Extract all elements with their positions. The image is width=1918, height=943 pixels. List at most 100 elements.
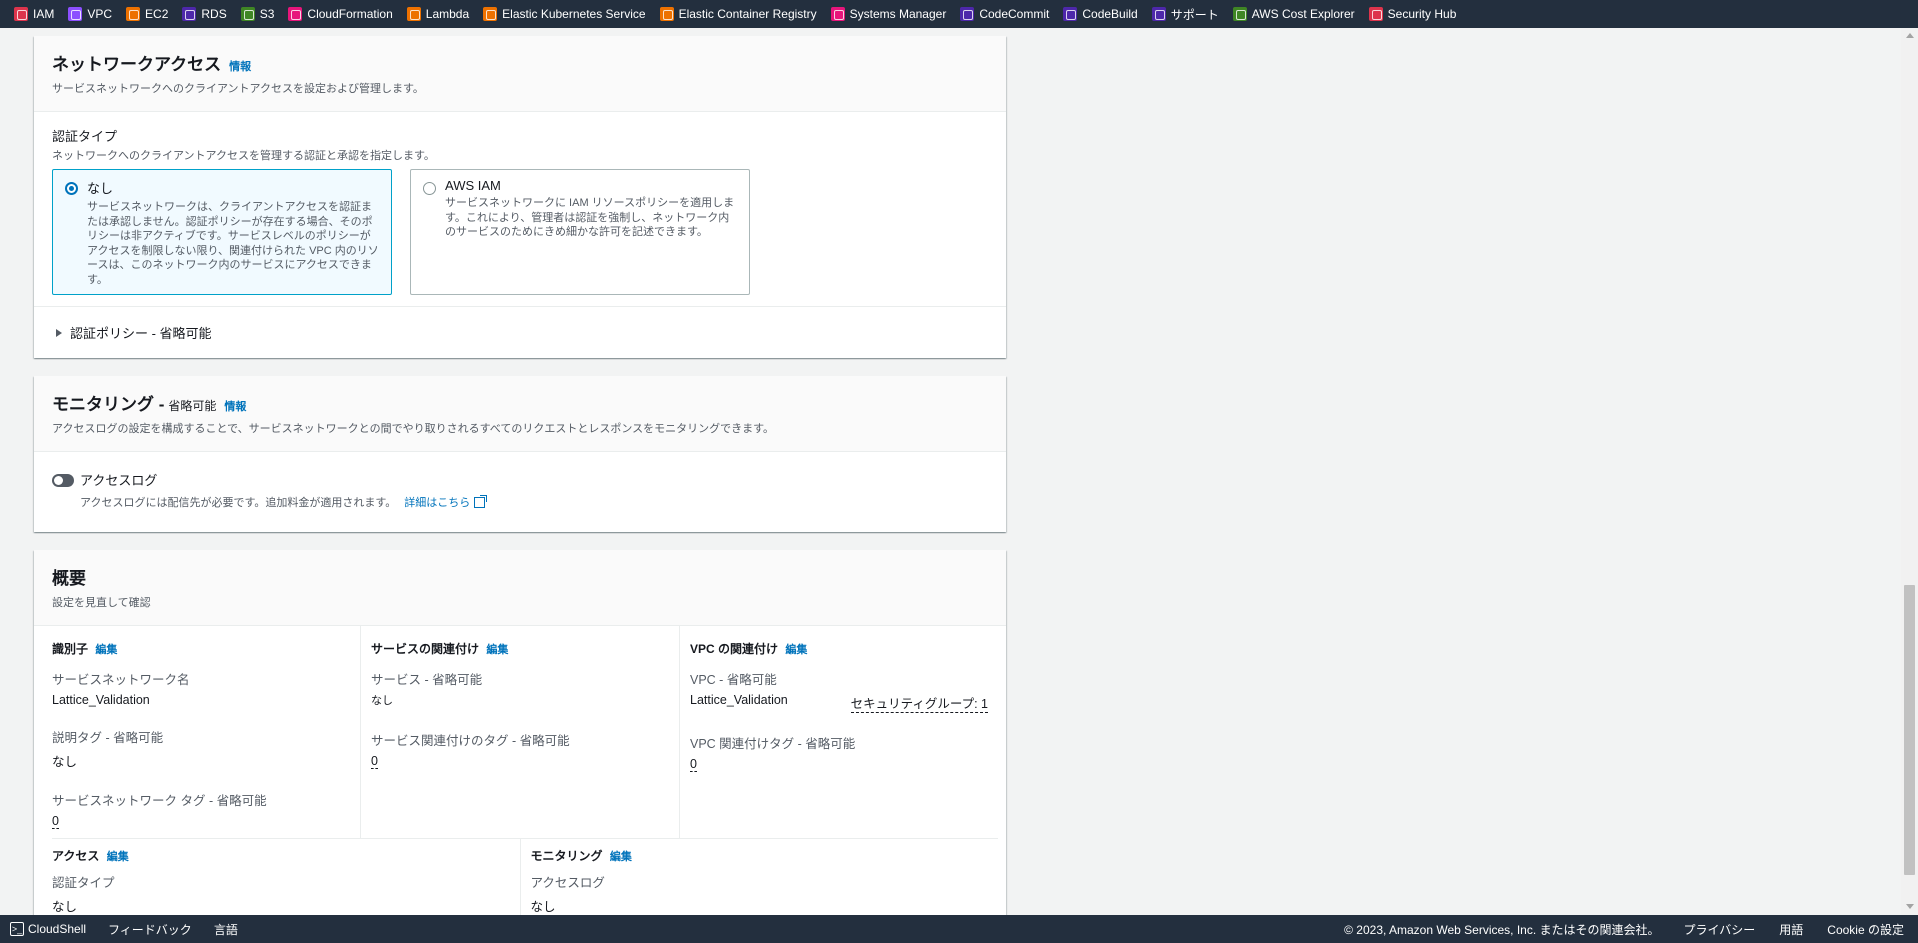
favorite-cost-explorer[interactable]: AWS Cost Explorer bbox=[1232, 7, 1355, 21]
access-section: アクセス 編集 認証タイプ なし bbox=[52, 839, 520, 915]
favorite-s3[interactable]: S3 bbox=[240, 7, 275, 21]
rds-icon bbox=[182, 7, 197, 21]
learn-more-link[interactable]: 詳細はこちら bbox=[404, 494, 470, 510]
network-access-panel: ネットワークアクセス 情報 サービスネットワークへのクライアントアクセスを設定お… bbox=[34, 36, 1006, 358]
systems-manager-icon bbox=[830, 7, 845, 21]
access-log-toggle[interactable] bbox=[52, 474, 74, 487]
access-edit-link[interactable]: 編集 bbox=[107, 851, 129, 863]
summary-access-log-label: アクセスログ bbox=[530, 876, 605, 890]
cloudshell-button[interactable]: >_ CloudShell bbox=[10, 922, 86, 937]
access-log-label: アクセスログ bbox=[80, 473, 158, 488]
summary-description: 設定を見直して確認 bbox=[52, 597, 151, 609]
identifier-edit-link[interactable]: 編集 bbox=[95, 644, 117, 656]
copyright-text: © 2023, Amazon Web Services, Inc. またはその関… bbox=[1344, 922, 1660, 937]
vpc-value: Lattice_Validation bbox=[690, 693, 788, 707]
favorite-label: Elastic Container Registry bbox=[678, 7, 817, 21]
favorite-label: CodeCommit bbox=[979, 7, 1050, 21]
lambda-icon bbox=[406, 7, 421, 21]
summary-auth-type-value: なし bbox=[52, 900, 78, 914]
network-access-description: サービスネットワークへのクライアントアクセスを設定および管理します。 bbox=[52, 83, 424, 95]
cookie-settings-link[interactable]: Cookie の設定 bbox=[1827, 921, 1904, 938]
favorite-label: CloudFormation bbox=[307, 7, 393, 21]
favorite-label: Systems Manager bbox=[849, 7, 947, 21]
favorite-label: AWS Cost Explorer bbox=[1251, 7, 1355, 21]
summary-monitoring-edit-link[interactable]: 編集 bbox=[610, 851, 632, 863]
summary-monitoring-heading: モニタリング bbox=[530, 849, 603, 863]
favorite-security-hub[interactable]: Security Hub bbox=[1368, 7, 1456, 21]
auth-policy-expander-label: 認証ポリシー - 省略可能 bbox=[70, 326, 212, 341]
favorite-cloudformation[interactable]: CloudFormation bbox=[288, 7, 393, 21]
services-label: サービス - 省略可能 bbox=[371, 673, 483, 687]
favorite-codecommit[interactable]: CodeCommit bbox=[960, 7, 1049, 21]
vpc-association-section: VPC の関連付け 編集 VPC - 省略可能 Lattice_Validati… bbox=[679, 626, 998, 838]
access-heading: アクセス bbox=[52, 849, 100, 863]
identifier-heading: 識別子 bbox=[52, 642, 89, 656]
privacy-link[interactable]: プライバシー bbox=[1684, 921, 1756, 938]
favorite-ec2[interactable]: EC2 bbox=[126, 7, 168, 21]
caret-right-icon bbox=[56, 328, 62, 337]
cloudshell-icon: >_ bbox=[10, 922, 24, 937]
auth-option-aws-iam[interactable]: AWS IAM サービスネットワークに IAM リソースポリシーを適用します。こ… bbox=[410, 169, 750, 295]
monitoring-optional: 省略可能 bbox=[168, 399, 217, 413]
auth-policy-expander[interactable]: 認証ポリシー - 省略可能 bbox=[34, 306, 1006, 358]
auth-type-label: 認証タイプ bbox=[52, 129, 118, 144]
monitoring-title: モニタリング - bbox=[52, 395, 165, 414]
favorite-support[interactable]: サポート bbox=[1151, 6, 1219, 23]
monitoring-header: モニタリング - 省略可能 情報 アクセスログの設定を構成することで、サービスネ… bbox=[34, 376, 1006, 452]
network-access-title: ネットワークアクセス bbox=[52, 55, 222, 74]
scroll-up-icon[interactable] bbox=[1906, 33, 1914, 38]
service-network-tag-count[interactable]: 0 bbox=[52, 814, 59, 829]
summary-title: 概要 bbox=[52, 569, 86, 588]
auth-aws-iam-title: AWS IAM bbox=[445, 178, 501, 193]
network-access-header: ネットワークアクセス 情報 サービスネットワークへのクライアントアクセスを設定お… bbox=[34, 36, 1006, 112]
external-link-icon bbox=[474, 494, 488, 508]
codecommit-icon bbox=[960, 7, 975, 21]
network-access-info-link[interactable]: 情報 bbox=[229, 58, 251, 74]
auth-aws-iam-radio[interactable] bbox=[423, 182, 436, 195]
security-hub-icon bbox=[1368, 7, 1383, 21]
security-group-count[interactable]: セキュリティグループ: 1 bbox=[850, 693, 988, 713]
scroll-down-icon[interactable] bbox=[1906, 904, 1914, 909]
vpc-association-tags-count[interactable]: 0 bbox=[690, 757, 697, 772]
codebuild-icon bbox=[1063, 7, 1078, 21]
access-log-description: アクセスログには配信先が必要です。追加料金が適用されます。 bbox=[80, 497, 397, 509]
favorite-label: CodeBuild bbox=[1082, 7, 1138, 21]
monitoring-info-link[interactable]: 情報 bbox=[224, 398, 246, 414]
favorite-eks[interactable]: Elastic Kubernetes Service bbox=[483, 7, 646, 21]
terms-link[interactable]: 用語 bbox=[1779, 921, 1803, 938]
cloudshell-label: CloudShell bbox=[28, 921, 87, 936]
auth-aws-iam-description: サービスネットワークに IAM リソースポリシーを適用します。これにより、管理者… bbox=[445, 197, 735, 238]
service-association-edit-link[interactable]: 編集 bbox=[486, 644, 508, 656]
scrollbar-thumb[interactable] bbox=[1904, 585, 1915, 875]
favorite-label: RDS bbox=[201, 7, 227, 21]
summary-header: 概要 設定を見直して確認 bbox=[34, 550, 1006, 626]
language-link[interactable]: 言語 bbox=[214, 921, 238, 938]
summary-panel: 概要 設定を見直して確認 識別子 編集 サービスネットワーク名 Lattice_… bbox=[34, 550, 1006, 915]
auth-option-none[interactable]: なし サービスネットワークは、クライアントアクセスを認証または承認しません。認証… bbox=[52, 169, 392, 295]
auth-none-radio[interactable] bbox=[65, 182, 78, 195]
service-network-name-value: Lattice_Validation bbox=[52, 693, 150, 707]
favorite-rds[interactable]: RDS bbox=[182, 7, 227, 21]
cost-explorer-icon bbox=[1232, 7, 1247, 21]
s3-icon bbox=[240, 7, 255, 21]
favorite-label: S3 bbox=[259, 7, 275, 21]
vpc-association-tags-label: VPC 関連付けタグ - 省略可能 bbox=[690, 737, 856, 751]
favorite-ecr[interactable]: Elastic Container Registry bbox=[659, 7, 817, 21]
favorite-systems-manager[interactable]: Systems Manager bbox=[830, 7, 947, 21]
favorite-codebuild[interactable]: CodeBuild bbox=[1063, 7, 1138, 21]
favorite-vpc[interactable]: VPC bbox=[68, 7, 112, 21]
favorite-lambda[interactable]: Lambda bbox=[406, 7, 469, 21]
favorite-iam[interactable]: IAM bbox=[14, 7, 54, 21]
feedback-link[interactable]: フィードバック bbox=[108, 921, 192, 938]
iam-icon bbox=[14, 7, 28, 21]
vpc-association-edit-link[interactable]: 編集 bbox=[785, 644, 807, 656]
favorite-label: VPC bbox=[87, 7, 113, 21]
service-network-tag-label: サービスネットワーク タグ - 省略可能 bbox=[52, 794, 267, 808]
eks-icon bbox=[483, 7, 498, 21]
cloudformation-icon bbox=[288, 7, 303, 21]
service-network-name-label: サービスネットワーク名 bbox=[52, 673, 190, 687]
service-association-tags-count[interactable]: 0 bbox=[371, 754, 378, 769]
console-footer: >_ CloudShell フィードバック 言語 © 2023, Amazon W… bbox=[0, 915, 1918, 943]
summary-auth-type-label: 認証タイプ bbox=[52, 876, 115, 890]
ecr-icon bbox=[659, 7, 674, 21]
